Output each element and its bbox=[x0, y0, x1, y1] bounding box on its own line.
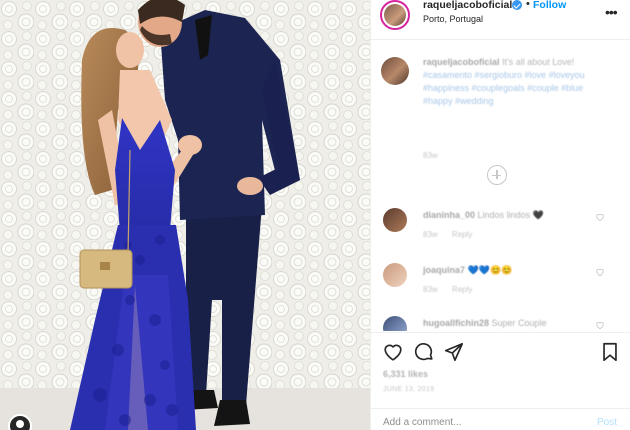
comment-body: 💙💙😊😊 bbox=[467, 265, 513, 275]
comment-input[interactable] bbox=[383, 414, 573, 430]
bookmark-icon[interactable] bbox=[599, 341, 621, 363]
comments-section[interactable]: raqueljacoboficial It's all about Love! … bbox=[371, 41, 630, 331]
commenter-avatar[interactable] bbox=[383, 316, 407, 331]
caption-time: 83w bbox=[423, 151, 438, 160]
reply-link[interactable]: Reply bbox=[452, 230, 472, 239]
comment-username[interactable]: joaquina7 bbox=[423, 265, 465, 275]
verified-badge-icon bbox=[512, 0, 522, 10]
comment-heart-icon[interactable] bbox=[595, 320, 605, 330]
post-date: JUNE 13, 2019 bbox=[383, 386, 435, 393]
post-actions: 6,331 likes JUNE 13, 2019 bbox=[371, 332, 630, 402]
couple-photo-illustration bbox=[0, 0, 370, 430]
comment-username[interactable]: dianinha_00 bbox=[423, 210, 475, 220]
commenter-avatar[interactable] bbox=[383, 263, 407, 287]
comment-username[interactable]: hugoallfichin28 bbox=[423, 318, 489, 328]
header-separator: • bbox=[526, 0, 530, 10]
post-header: raqueljacoboficial • Follow Porto, Portu… bbox=[371, 0, 630, 40]
commenter-avatar[interactable] bbox=[383, 208, 407, 232]
more-options-icon[interactable]: ••• bbox=[605, 4, 618, 20]
add-comment-bar: Post bbox=[371, 408, 630, 430]
follow-button[interactable]: Follow bbox=[533, 0, 566, 11]
comment-time: 83w bbox=[423, 230, 438, 239]
comment-item: dianinha_00 Lindos lindos 🖤 83w Reply bbox=[381, 208, 621, 248]
comment-time: 83w bbox=[423, 285, 438, 294]
post-photo[interactable] bbox=[0, 0, 370, 430]
avatar-image bbox=[384, 4, 406, 26]
header-username[interactable]: raqueljacoboficial bbox=[423, 0, 512, 11]
comment-text: joaquina7 💙💙😊😊 bbox=[423, 265, 512, 276]
profile-avatar[interactable] bbox=[380, 0, 410, 30]
post-details-panel: raqueljacoboficial • Follow Porto, Portu… bbox=[370, 0, 630, 430]
comment-item: hugoallfichin28 Super Couple bbox=[381, 316, 621, 331]
caption-username[interactable]: raqueljacoboficial bbox=[423, 57, 500, 67]
caption-text: It's all about Love! bbox=[502, 57, 575, 67]
caption-body: raqueljacoboficial It's all about Love! … bbox=[423, 56, 601, 108]
instagram-post: raqueljacoboficial • Follow Porto, Portu… bbox=[0, 0, 630, 430]
comment-item: joaquina7 💙💙😊😊 83w Reply bbox=[381, 263, 621, 303]
comment-body: Lindos lindos 🖤 bbox=[477, 210, 544, 220]
comment-icon[interactable] bbox=[413, 341, 435, 363]
comment-meta: 83w Reply bbox=[423, 230, 484, 239]
caption-avatar[interactable] bbox=[381, 57, 409, 85]
post-comment-button[interactable]: Post bbox=[597, 417, 617, 428]
likes-count[interactable]: 6,331 likes bbox=[383, 369, 428, 379]
comment-heart-icon[interactable] bbox=[595, 267, 605, 277]
reply-link[interactable]: Reply bbox=[452, 285, 472, 294]
load-more-comments-icon[interactable] bbox=[487, 165, 507, 185]
comment-text: hugoallfichin28 Super Couple bbox=[423, 318, 547, 328]
comment-text: dianinha_00 Lindos lindos 🖤 bbox=[423, 210, 544, 221]
comment-meta: 83w Reply bbox=[423, 285, 484, 294]
caption-hashtags[interactable]: #casamento #sergioburo #love #loveyou #h… bbox=[423, 70, 585, 106]
paper-plane-icon[interactable] bbox=[443, 341, 465, 363]
comment-heart-icon[interactable] bbox=[595, 212, 605, 222]
location-link[interactable]: Porto, Portugal bbox=[423, 14, 483, 24]
comment-body: Super Couple bbox=[491, 318, 547, 328]
heart-icon[interactable] bbox=[382, 341, 404, 363]
